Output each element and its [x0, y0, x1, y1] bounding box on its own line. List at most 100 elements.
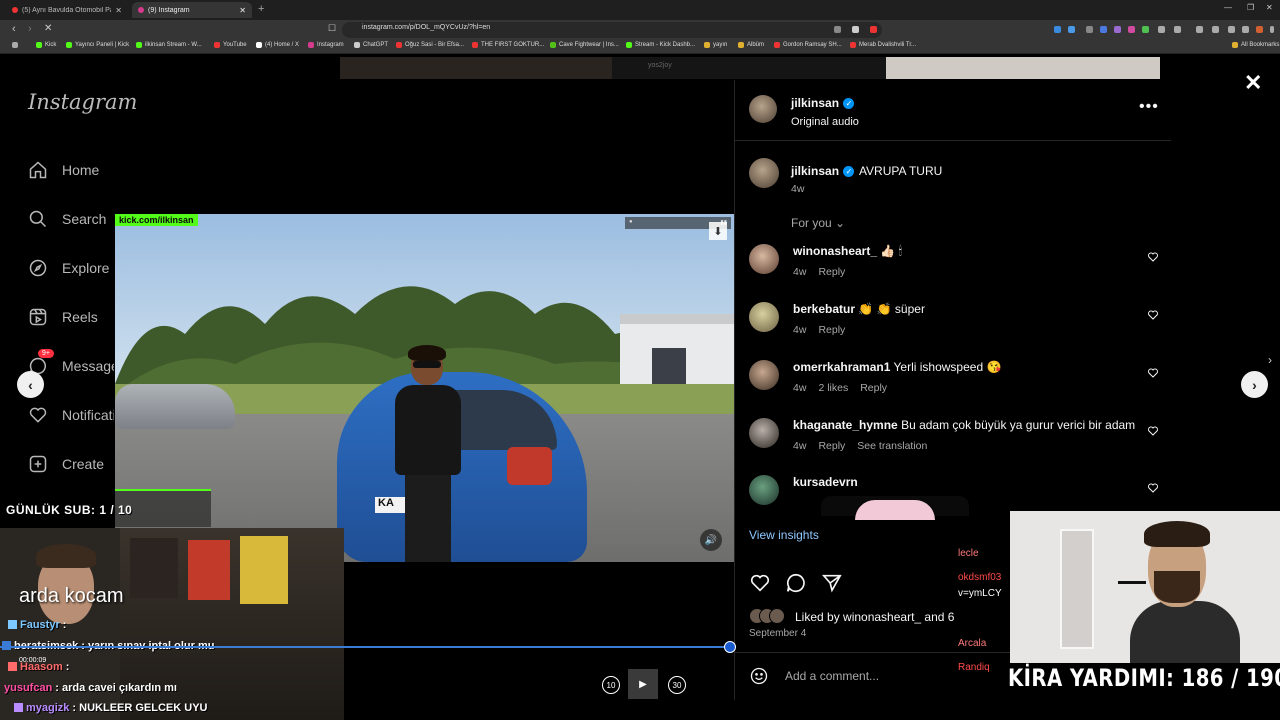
volume-icon[interactable]: 🔊	[700, 529, 722, 551]
zoom-icon[interactable]	[834, 26, 841, 33]
commenter-username[interactable]: winonasheart_	[793, 244, 877, 258]
author-username[interactable]: jilkinsan	[791, 96, 839, 110]
next-post-button[interactable]: ›	[1241, 371, 1268, 398]
all-bookmarks[interactable]: All Bookmarks	[1232, 42, 1279, 48]
menu-dots-icon[interactable]	[1270, 26, 1274, 33]
nav-messages[interactable]: Messages	[28, 356, 114, 376]
audio-label[interactable]: Original audio	[791, 116, 859, 128]
bookmark-youtube[interactable]: YouTube	[214, 42, 247, 48]
like-comment-heart-icon[interactable]	[1147, 366, 1159, 378]
extension-icon[interactable]	[1054, 26, 1061, 33]
extension-icon[interactable]	[1158, 26, 1165, 33]
extension-icon[interactable]	[1142, 26, 1149, 33]
reply-button[interactable]: Reply	[818, 266, 845, 278]
commenter-avatar[interactable]	[749, 302, 779, 332]
like-comment-heart-icon[interactable]	[1147, 250, 1159, 262]
bookmark-cave[interactable]: Cave Fightwear | Ins...	[550, 42, 619, 48]
liked-by-text[interactable]: Liked by winonasheart_ and 6	[795, 610, 954, 624]
nav-home[interactable]: Home	[28, 160, 99, 180]
apps-icon[interactable]	[12, 42, 21, 48]
commenter-username[interactable]: omerrkahraman1	[793, 360, 890, 374]
reply-button[interactable]: Reply	[860, 382, 887, 394]
sidebar-icon[interactable]	[1196, 26, 1203, 33]
instagram-logo[interactable]: Instagram	[28, 90, 137, 114]
bookmark-goktur[interactable]: THE FIRST GOKTUR...	[472, 42, 544, 48]
bookmark-oguz[interactable]: Oğuz Sasi - Bir Efsa...	[396, 42, 464, 48]
extension-icon[interactable]	[1086, 26, 1093, 33]
caption-author[interactable]: jilkinsan	[791, 164, 839, 178]
like-comment-heart-icon[interactable]	[1147, 424, 1159, 436]
bookmark-album[interactable]: Albüm	[738, 42, 764, 48]
progress-handle[interactable]	[724, 641, 736, 653]
bookmark-yayinci[interactable]: Yayıncı Paneli | Kick	[66, 42, 129, 48]
download-icon[interactable]	[1212, 26, 1219, 33]
share-icon[interactable]	[821, 572, 843, 599]
minimize-icon[interactable]: —	[1224, 3, 1232, 12]
close-icon[interactable]: ✕	[1244, 70, 1262, 96]
page-scroll-arrow-icon[interactable]: ›	[1268, 353, 1272, 367]
view-insights-link[interactable]: View insights	[749, 528, 819, 542]
shield-icon[interactable]	[852, 26, 859, 33]
nav-explore[interactable]: Explore	[28, 258, 109, 278]
emoji-icon[interactable]	[749, 666, 769, 686]
bookmark-yayin[interactable]: yayın	[704, 42, 727, 48]
restore-icon[interactable]: ❐	[1247, 3, 1254, 12]
caption-author-avatar[interactable]	[749, 158, 779, 188]
add-comment-input[interactable]: Add a comment...	[785, 669, 879, 683]
extension-icon[interactable]	[1068, 26, 1075, 33]
like-comment-heart-icon[interactable]	[1147, 308, 1159, 320]
nav-search[interactable]: Search	[28, 209, 106, 229]
comment-sort-dropdown[interactable]: For you ⌄	[791, 216, 845, 230]
extension-icon[interactable]	[1174, 26, 1181, 33]
commenter-avatar[interactable]	[749, 360, 779, 390]
bookmark-star-icon[interactable]: ☐	[328, 23, 336, 34]
tab-instagram[interactable]: (9) Instagram ✕	[132, 2, 252, 18]
extension-icon[interactable]	[1114, 26, 1121, 33]
like-heart-icon[interactable]	[749, 572, 771, 599]
bookmark-instagram[interactable]: Instagram	[308, 42, 344, 48]
profile-icon[interactable]	[1256, 26, 1263, 33]
video-progress-bar[interactable]	[0, 646, 730, 648]
previous-post-button[interactable]: ‹	[17, 371, 44, 398]
extensions-icon[interactable]	[1242, 26, 1249, 33]
reply-button[interactable]: Reply	[818, 324, 845, 336]
share-icon[interactable]	[1228, 26, 1235, 33]
bookmark-kick-dashboard[interactable]: Stream - Kick Dashb...	[626, 42, 695, 48]
extension-icon[interactable]	[1100, 26, 1107, 33]
close-window-icon[interactable]: ✕	[1266, 3, 1273, 12]
rewind-10-button[interactable]: 10	[600, 674, 622, 696]
post-video[interactable]: KA kick.com/ilkinsan ●▮▮ ⬇ 🔊	[115, 214, 734, 562]
comment-likes[interactable]: 2 likes	[818, 382, 848, 394]
stop-icon[interactable]: ✕	[44, 23, 52, 34]
more-options-icon[interactable]: •••	[1139, 98, 1159, 116]
comment-media-preview[interactable]	[821, 496, 969, 520]
reply-button[interactable]: Reply	[818, 440, 845, 452]
close-tab-icon[interactable]: ✕	[239, 6, 246, 15]
like-comment-heart-icon[interactable]	[1147, 481, 1159, 493]
nav-create[interactable]: Create	[28, 454, 104, 474]
bookmark-kick[interactable]: Kick	[36, 42, 56, 48]
download-icon[interactable]: ⬇	[709, 222, 727, 240]
author-avatar[interactable]	[749, 95, 777, 123]
warning-icon[interactable]	[870, 26, 877, 33]
nav-notifications[interactable]: Notifications	[28, 405, 114, 425]
commenter-username[interactable]: khaganate_hymne	[793, 418, 898, 432]
play-button[interactable]: ▶	[628, 669, 658, 699]
commenter-avatar[interactable]	[749, 475, 779, 505]
commenter-avatar[interactable]	[749, 244, 779, 274]
see-translation-button[interactable]: See translation	[857, 440, 927, 452]
commenter-username[interactable]: kursadevrn	[793, 475, 858, 489]
nav-reels[interactable]: Reels	[28, 307, 98, 327]
bookmark-ilkinsan[interactable]: ilkinsan Stream - W...	[136, 42, 202, 48]
tab-youtube[interactable]: (5) Aynı Bavulda Otomobil Parçası, B ✕	[6, 2, 128, 18]
close-tab-icon[interactable]: ✕	[115, 6, 122, 15]
forward-icon[interactable]: ›	[28, 23, 32, 35]
bookmark-gordon[interactable]: Gordon Ramsay SH...	[774, 42, 842, 48]
forward-30-button[interactable]: 30	[666, 674, 688, 696]
commenter-avatar[interactable]	[749, 418, 779, 448]
commenter-username[interactable]: berkebatur	[793, 302, 855, 316]
bookmark-x[interactable]: (4) Home / X	[256, 42, 299, 48]
bookmark-chatgpt[interactable]: ChatGPT	[354, 42, 388, 48]
comment-icon[interactable]	[785, 572, 807, 599]
new-tab-icon[interactable]: +	[258, 3, 264, 15]
